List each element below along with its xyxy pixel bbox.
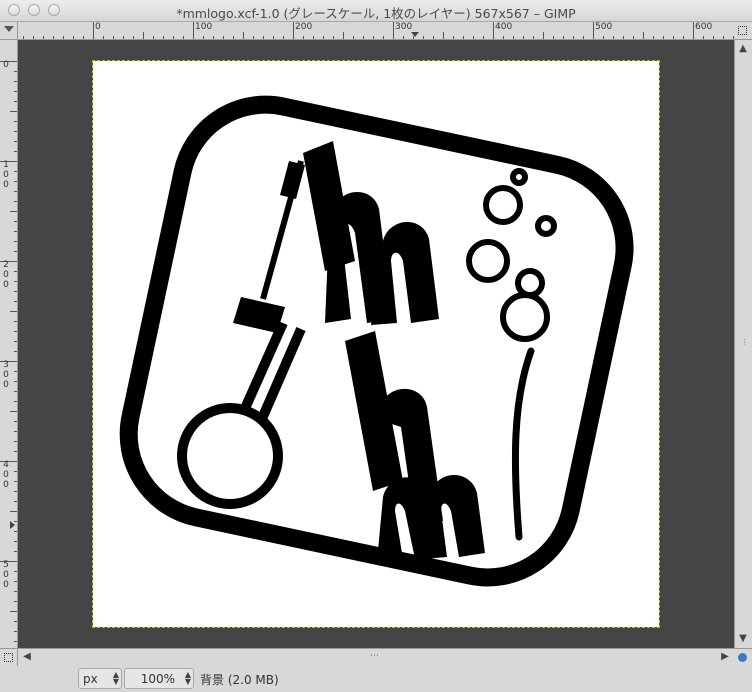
h-ruler-label-0: 0 xyxy=(95,22,101,32)
image-canvas[interactable] xyxy=(92,60,660,628)
v-ruler-digit: 1 xyxy=(3,160,9,170)
v-ruler-digit: 0 xyxy=(3,60,9,70)
v-ruler-digit: 4 xyxy=(3,460,9,470)
h-ruler-label-300: 300 xyxy=(395,22,413,32)
v-ruler-digit: 2 xyxy=(3,260,9,270)
logo-artwork xyxy=(119,95,634,587)
quick-mask-icon xyxy=(4,653,13,662)
pointer-position-marker-h xyxy=(411,32,419,37)
unit-selector[interactable]: px ▲ ▼ xyxy=(78,668,122,689)
v-ruler-digit: 0 xyxy=(3,380,9,390)
logo-letters xyxy=(303,141,485,561)
v-ruler-digit: 0 xyxy=(3,480,9,490)
zoom-selector[interactable]: 100% ▲ ▼ xyxy=(124,668,194,689)
v-ruler-digit: 0 xyxy=(3,470,9,480)
scroll-up-arrow-icon[interactable]: ▲ xyxy=(738,44,748,54)
v-ruler-digit: 0 xyxy=(3,280,9,290)
vertical-ruler-ticks xyxy=(0,61,17,642)
h-ruler-label-200: 200 xyxy=(295,22,313,32)
vertical-scrollbar[interactable]: ▲ ⋮ ▼ xyxy=(734,40,752,648)
title-bar: *mmlogo.xcf-1.0 (グレースケール, 1枚のレイヤー) 567x5… xyxy=(0,0,752,22)
v-ruler-digit: 5 xyxy=(3,560,9,570)
vertical-ruler[interactable]: 0 1 0 0 2 0 0 3 0 0 4 0 0 5 0 0 xyxy=(0,40,18,648)
horizontal-ruler[interactable]: 0 100 200 300 400 500 600 xyxy=(18,22,734,40)
navigate-icon xyxy=(738,26,747,35)
h-ruler-label-500: 500 xyxy=(595,22,613,32)
h-ruler-label-400: 400 xyxy=(495,22,513,32)
v-ruler-digit: 0 xyxy=(3,270,9,280)
zoom-image-button[interactable] xyxy=(734,648,752,666)
quick-mask-button[interactable] xyxy=(0,648,18,666)
v-ruler-digit: 0 xyxy=(3,180,9,190)
horizontal-scrollbar[interactable]: ◀ ⋯ ▶ xyxy=(18,648,734,666)
v-ruler-digit: 0 xyxy=(3,580,9,590)
image-menu-button[interactable] xyxy=(0,22,18,40)
v-ruler-digit: 0 xyxy=(3,170,9,180)
scroll-grip-icon[interactable]: ⋮ xyxy=(741,338,748,346)
scroll-down-arrow-icon[interactable]: ▼ xyxy=(738,634,748,644)
scroll-right-arrow-icon[interactable]: ▶ xyxy=(720,652,730,662)
h-ruler-label-600: 600 xyxy=(695,22,713,32)
horizontal-ruler-ticks xyxy=(23,22,734,39)
zoom-value: 100% xyxy=(140,672,175,686)
spin-arrows-icon: ▲ ▼ xyxy=(112,670,119,686)
navigate-button[interactable] xyxy=(734,22,752,40)
zoom-icon xyxy=(738,653,747,662)
layer-info: 背景 (2.0 MB) xyxy=(200,673,279,687)
v-ruler-digit: 0 xyxy=(3,370,9,380)
triangle-down-icon xyxy=(4,26,14,32)
v-ruler-digit: 0 xyxy=(3,570,9,580)
logo-bubbles xyxy=(466,168,557,541)
spin-arrows-icon: ▲ ▼ xyxy=(184,670,191,686)
pointer-position-marker-v xyxy=(10,521,15,529)
scroll-left-arrow-icon[interactable]: ◀ xyxy=(22,652,32,662)
unit-value: px xyxy=(83,672,98,686)
scroll-grip-icon[interactable]: ⋯ xyxy=(370,651,379,661)
logo-flask xyxy=(177,160,306,509)
v-ruler-digit: 3 xyxy=(3,360,9,370)
window-title: *mmlogo.xcf-1.0 (グレースケール, 1枚のレイヤー) 567x5… xyxy=(176,6,576,21)
h-ruler-label-100: 100 xyxy=(195,22,213,32)
